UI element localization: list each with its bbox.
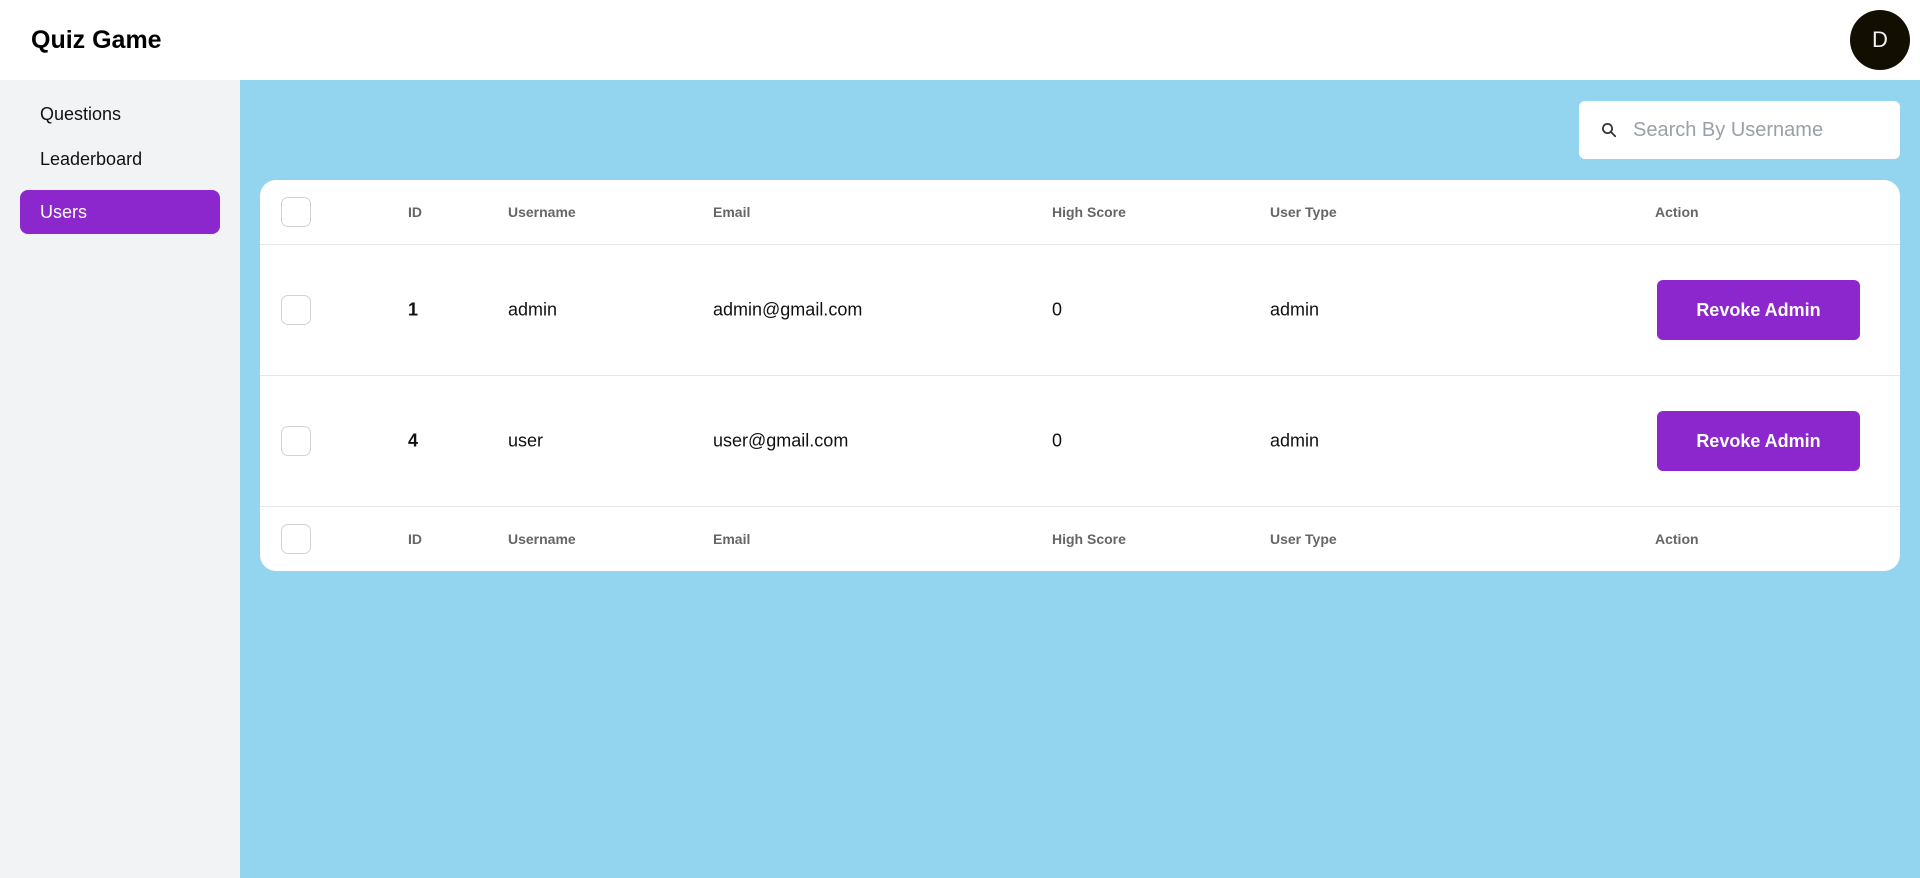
column-header-user-type[interactable]: User Type — [1270, 204, 1337, 220]
column-header-username[interactable]: Username — [508, 204, 576, 220]
table-header-row: ID Username Email High Score User Type A… — [260, 180, 1900, 245]
user-username: user — [508, 430, 544, 451]
column-header-high-score[interactable]: High Score — [1052, 204, 1126, 220]
user-high-score: 0 — [1052, 299, 1063, 320]
sidebar-item-questions[interactable]: Questions — [20, 92, 220, 136]
table-footer-row: ID Username Email High Score User Type A… — [260, 507, 1900, 571]
row-checkbox[interactable] — [281, 426, 311, 456]
search-icon — [1602, 123, 1617, 138]
select-all-checkbox[interactable] — [281, 197, 311, 227]
sidebar-item-leaderboard[interactable]: Leaderboard — [20, 137, 220, 181]
column-header-email[interactable]: Email — [713, 204, 750, 220]
column-footer-username: Username — [508, 531, 576, 547]
revoke-admin-button[interactable]: Revoke Admin — [1657, 411, 1860, 471]
user-type: admin — [1270, 299, 1320, 320]
table-row: 4 user user@gmail.com 0 admin Revoke Adm… — [260, 376, 1900, 507]
user-high-score: 0 — [1052, 430, 1063, 451]
row-checkbox[interactable] — [281, 295, 311, 325]
user-email: user@gmail.com — [713, 430, 849, 451]
column-footer-email: Email — [713, 531, 751, 547]
user-email: admin@gmail.com — [713, 299, 863, 320]
select-all-checkbox-footer[interactable] — [281, 524, 311, 554]
search-input[interactable] — [1633, 115, 1889, 145]
users-table: ID Username Email High Score User Type A… — [260, 180, 1900, 571]
sidebar: Questions Leaderboard Users — [0, 80, 240, 878]
main-content: ID Username Email High Score User Type A… — [240, 80, 1920, 878]
user-id: 4 — [408, 430, 419, 451]
column-header-id[interactable]: ID — [408, 204, 422, 220]
column-footer-high-score: High Score — [1052, 531, 1126, 547]
column-footer-action: Action — [1655, 531, 1699, 547]
column-footer-id: ID — [408, 531, 422, 547]
sidebar-item-users[interactable]: Users — [20, 190, 220, 234]
column-header-action: Action — [1655, 204, 1699, 220]
user-avatar[interactable]: D — [1850, 10, 1910, 70]
user-username: admin — [508, 299, 558, 320]
user-type: admin — [1270, 430, 1320, 451]
table-row: 1 admin admin@gmail.com 0 admin Revoke A… — [260, 245, 1900, 376]
column-footer-user-type: User Type — [1270, 531, 1337, 547]
app-title: Quiz Game — [31, 26, 162, 54]
top-bar: Quiz Game D — [0, 0, 1920, 80]
revoke-admin-button[interactable]: Revoke Admin — [1657, 280, 1860, 340]
user-id: 1 — [408, 299, 419, 320]
search-box[interactable] — [1579, 101, 1900, 159]
